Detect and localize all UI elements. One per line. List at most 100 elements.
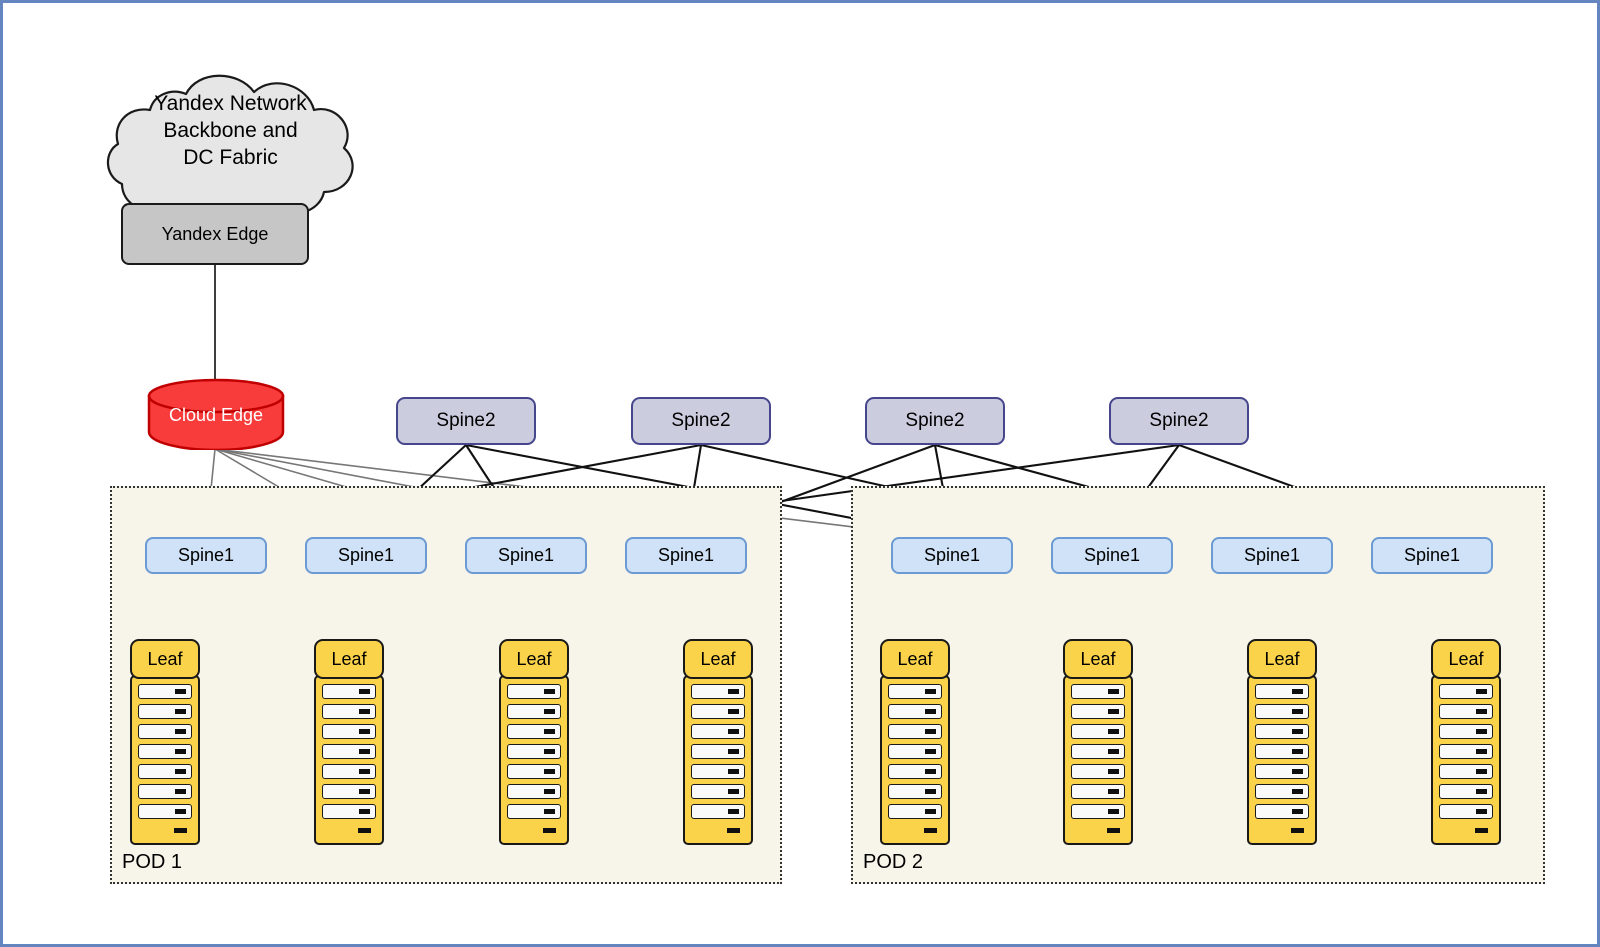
server-led-icon	[1108, 689, 1119, 694]
leaf-label: Leaf	[897, 648, 933, 669]
pod2-spine1-node-4[interactable]: Spine1	[1371, 537, 1493, 574]
server-led-icon	[728, 809, 739, 814]
server-unit	[507, 684, 561, 699]
pod1-spine1-node-3[interactable]: Spine1	[465, 537, 587, 574]
rack-base-led-icon	[174, 828, 187, 833]
server-led-icon	[544, 729, 555, 734]
server-led-icon	[925, 689, 936, 694]
pod1-spine1-node-1[interactable]: Spine1	[145, 537, 267, 574]
rack-base	[691, 824, 745, 837]
server-unit	[691, 724, 745, 739]
server-led-icon	[1476, 689, 1487, 694]
server-led-icon	[544, 809, 555, 814]
server-led-icon	[175, 709, 186, 714]
server-led-icon	[1292, 709, 1303, 714]
spine1-label: Spine1	[923, 545, 981, 565]
rack-base	[322, 824, 376, 837]
cloud-edge-node[interactable]: Cloud Edge	[145, 378, 287, 450]
spine2-label: Spine2	[671, 410, 731, 431]
pod-label: POD 1	[122, 851, 183, 873]
server-led-icon	[175, 689, 186, 694]
server-led-icon	[925, 749, 936, 754]
server-led-icon	[728, 729, 739, 734]
server-led-icon	[359, 689, 370, 694]
pod1-leaf-node-3[interactable]: Leaf	[499, 639, 569, 679]
server-led-icon	[728, 709, 739, 714]
spine1-label: Spine1	[1403, 545, 1461, 565]
spine2-label: Spine2	[905, 410, 965, 431]
pod2-leaf-node-1[interactable]: Leaf	[880, 639, 950, 679]
server-unit	[507, 744, 561, 759]
server-unit	[1439, 724, 1493, 739]
pod2-leaf-node-4[interactable]: Leaf	[1431, 639, 1501, 679]
server-led-icon	[544, 789, 555, 794]
server-unit	[1255, 724, 1309, 739]
pod1-leaf-node-4[interactable]: Leaf	[683, 639, 753, 679]
rack-base	[888, 824, 942, 837]
server-unit	[138, 704, 192, 719]
server-unit	[322, 804, 376, 819]
pod2-leaf-node-2[interactable]: Leaf	[1063, 639, 1133, 679]
pod2-leaf-node-3[interactable]: Leaf	[1247, 639, 1317, 679]
rack-base-led-icon	[358, 828, 371, 833]
server-led-icon	[544, 709, 555, 714]
server-unit	[1255, 704, 1309, 719]
server-led-icon	[175, 729, 186, 734]
leaf-label: Leaf	[700, 648, 736, 669]
pod1-spine1-node-2[interactable]: Spine1	[305, 537, 427, 574]
server-led-icon	[359, 749, 370, 754]
spine2-node-1[interactable]: Spine2	[396, 397, 536, 445]
server-unit	[1071, 804, 1125, 819]
spine1-label: Spine1	[177, 545, 235, 565]
server-unit	[1255, 784, 1309, 799]
spine2-node-4[interactable]: Spine2	[1109, 397, 1249, 445]
server-led-icon	[728, 769, 739, 774]
server-unit	[1255, 804, 1309, 819]
server-unit	[322, 704, 376, 719]
server-unit	[1255, 744, 1309, 759]
server-led-icon	[925, 789, 936, 794]
server-unit	[888, 784, 942, 799]
rack-base	[507, 824, 561, 837]
server-led-icon	[544, 769, 555, 774]
pod1-leaf-node-2[interactable]: Leaf	[314, 639, 384, 679]
pod2-spine1-node-3[interactable]: Spine1	[1211, 537, 1333, 574]
server-led-icon	[1292, 769, 1303, 774]
pod2-server-rack-3	[1247, 675, 1317, 845]
server-unit	[1071, 744, 1125, 759]
yandex-edge-node[interactable]: Yandex Edge	[121, 203, 309, 265]
leaf-label: Leaf	[1264, 648, 1300, 669]
server-unit	[1071, 704, 1125, 719]
spine2-label: Spine2	[436, 410, 496, 431]
server-led-icon	[175, 789, 186, 794]
server-unit	[322, 784, 376, 799]
server-unit	[138, 804, 192, 819]
pod2-spine1-node-2[interactable]: Spine1	[1051, 537, 1173, 574]
server-led-icon	[1108, 709, 1119, 714]
spine2-node-2[interactable]: Spine2	[631, 397, 771, 445]
server-unit	[507, 704, 561, 719]
pod1-leaf-node-1[interactable]: Leaf	[130, 639, 200, 679]
pod1-server-rack-1	[130, 675, 200, 845]
leaf-label: Leaf	[1080, 648, 1116, 669]
leaf-label: Leaf	[147, 648, 183, 669]
diagram-canvas: Yandex Network Backbone and DC Fabric Ya…	[0, 0, 1600, 947]
server-unit	[507, 764, 561, 779]
server-led-icon	[359, 769, 370, 774]
pod2-spine1-node-1[interactable]: Spine1	[891, 537, 1013, 574]
server-led-icon	[359, 809, 370, 814]
server-led-icon	[925, 809, 936, 814]
server-unit	[1439, 744, 1493, 759]
server-unit	[138, 724, 192, 739]
spine1-label: Spine1	[337, 545, 395, 565]
pod-label: POD 2	[863, 851, 924, 873]
server-unit	[322, 764, 376, 779]
server-unit	[888, 724, 942, 739]
server-led-icon	[1476, 769, 1487, 774]
pod1-spine1-node-4[interactable]: Spine1	[625, 537, 747, 574]
server-led-icon	[359, 729, 370, 734]
server-led-icon	[1108, 729, 1119, 734]
server-led-icon	[359, 789, 370, 794]
spine2-node-3[interactable]: Spine2	[865, 397, 1005, 445]
rack-base-led-icon	[1291, 828, 1304, 833]
